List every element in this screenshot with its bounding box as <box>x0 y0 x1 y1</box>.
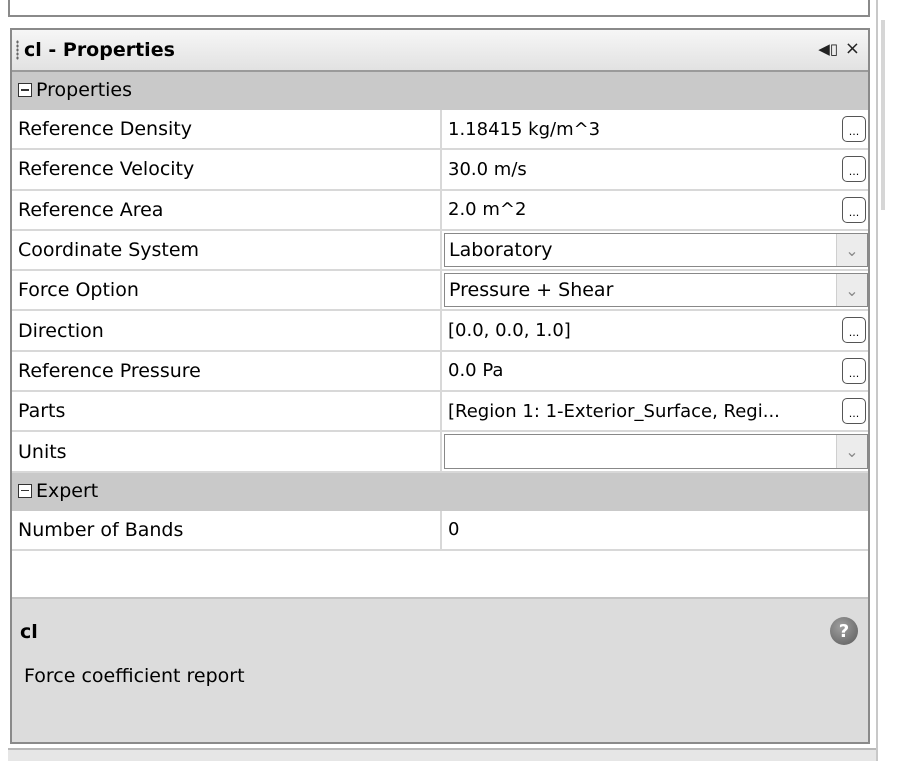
property-name: Coordinate System <box>12 230 442 270</box>
panel-titlebar[interactable]: cl - Properties ◀▯ × <box>12 30 868 72</box>
properties-panel: cl - Properties ◀▯ × Properties Referenc… <box>10 28 870 744</box>
category-expert[interactable]: Expert <box>12 472 868 511</box>
chevron-down-icon[interactable]: ⌄ <box>836 233 867 267</box>
property-value[interactable]: 30.0 m/s... <box>442 150 868 188</box>
dropdown-value: Pressure + Shear <box>449 279 614 302</box>
upper-panel-edge <box>8 0 870 17</box>
collapse-icon[interactable] <box>18 83 32 97</box>
property-name: Direction <box>12 311 442 350</box>
description-text: Force coefficient report <box>24 665 245 687</box>
property-value[interactable]: ⌄ <box>442 432 868 470</box>
chevron-down-icon[interactable]: ⌄ <box>836 274 867 307</box>
property-name: Number of Bands <box>12 510 442 549</box>
property-row[interactable]: Units ⌄ <box>12 432 868 473</box>
description-title: cl <box>20 621 38 643</box>
property-row[interactable]: Force Option Pressure + Shear ⌄ <box>12 271 868 312</box>
category-properties[interactable]: Properties <box>12 72 868 110</box>
value-text: [Region 1: 1-Exterior_Surface, Regi... <box>448 400 780 422</box>
ellipsis-button[interactable]: ... <box>842 196 866 223</box>
right-splitter[interactable] <box>876 0 897 761</box>
property-row[interactable]: Reference Velocity 30.0 m/s... <box>12 150 868 191</box>
property-name: Reference Pressure <box>12 351 442 391</box>
panel-title: cl - Properties <box>24 39 175 61</box>
property-row[interactable]: Reference Area 2.0 m^2... <box>12 190 868 231</box>
close-icon[interactable]: × <box>845 38 860 59</box>
value-text: [0.0, 0.0, 1.0] <box>448 320 571 342</box>
ellipsis-button[interactable]: ... <box>842 317 866 344</box>
ellipsis-button[interactable]: ... <box>842 357 866 384</box>
property-name: Reference Density <box>12 110 442 149</box>
property-row[interactable]: Direction [0.0, 0.0, 1.0]... <box>12 311 868 352</box>
property-row[interactable]: Number of Bands 0 <box>12 510 868 551</box>
ellipsis-button[interactable]: ... <box>842 398 866 425</box>
property-value[interactable]: Pressure + Shear ⌄ <box>442 271 868 309</box>
property-name: Units <box>12 432 442 471</box>
value-text: 30.0 m/s <box>448 158 527 180</box>
property-row[interactable]: Coordinate System Laboratory ⌄ <box>12 230 868 272</box>
property-value[interactable]: 2.0 m^2... <box>442 191 868 229</box>
chevron-down-icon[interactable]: ⌄ <box>836 435 867 468</box>
property-name: Parts <box>12 392 442 431</box>
property-row[interactable]: Reference Density 1.18415 kg/m^3... <box>12 110 868 151</box>
value-text: 0 <box>448 519 460 541</box>
bottom-edge <box>8 748 876 761</box>
property-row[interactable]: Reference Pressure 0.0 Pa... <box>12 351 868 393</box>
property-value[interactable]: 0.0 Pa... <box>442 352 868 390</box>
ellipsis-button[interactable]: ... <box>842 156 866 183</box>
help-icon[interactable]: ? <box>830 617 858 645</box>
property-value[interactable]: [0.0, 0.0, 1.0]... <box>442 311 868 349</box>
grid-empty-area <box>12 550 868 591</box>
value-text: 2.0 m^2 <box>448 199 527 221</box>
property-value[interactable]: 1.18415 kg/m^3... <box>442 110 868 148</box>
splitter-line <box>876 0 878 761</box>
property-name: Reference Area <box>12 190 442 229</box>
dropdown-value: Laboratory <box>449 239 553 262</box>
property-value[interactable]: [Region 1: 1-Exterior_Surface, Regi.....… <box>442 392 868 430</box>
property-dropdown[interactable]: Laboratory ⌄ <box>444 232 868 268</box>
property-name: Reference Velocity <box>12 150 442 189</box>
description-pane: cl ? Force coefficient report <box>12 597 868 742</box>
category-label: Expert <box>36 479 99 502</box>
scrollbar-stub[interactable] <box>881 20 885 210</box>
property-dropdown[interactable]: ⌄ <box>444 434 868 469</box>
collapse-icon[interactable] <box>18 483 32 498</box>
drag-grip-icon[interactable] <box>16 40 19 60</box>
property-grid: Properties Reference Density 1.18415 kg/m… <box>12 72 868 591</box>
property-value[interactable]: Laboratory ⌄ <box>442 231 868 269</box>
ellipsis-button[interactable]: ... <box>842 116 866 142</box>
property-value[interactable]: 0 <box>442 511 868 549</box>
category-label: Properties <box>36 79 133 101</box>
property-dropdown[interactable]: Pressure + Shear ⌄ <box>444 273 868 308</box>
value-text: 0.0 Pa <box>448 360 504 382</box>
property-name: Force Option <box>12 271 442 310</box>
value-text: 1.18415 kg/m^3 <box>448 118 601 140</box>
pin-icon[interactable]: ◀▯ <box>818 40 838 58</box>
property-row[interactable]: Parts [Region 1: 1-Exterior_Surface, Regi… <box>12 392 868 433</box>
